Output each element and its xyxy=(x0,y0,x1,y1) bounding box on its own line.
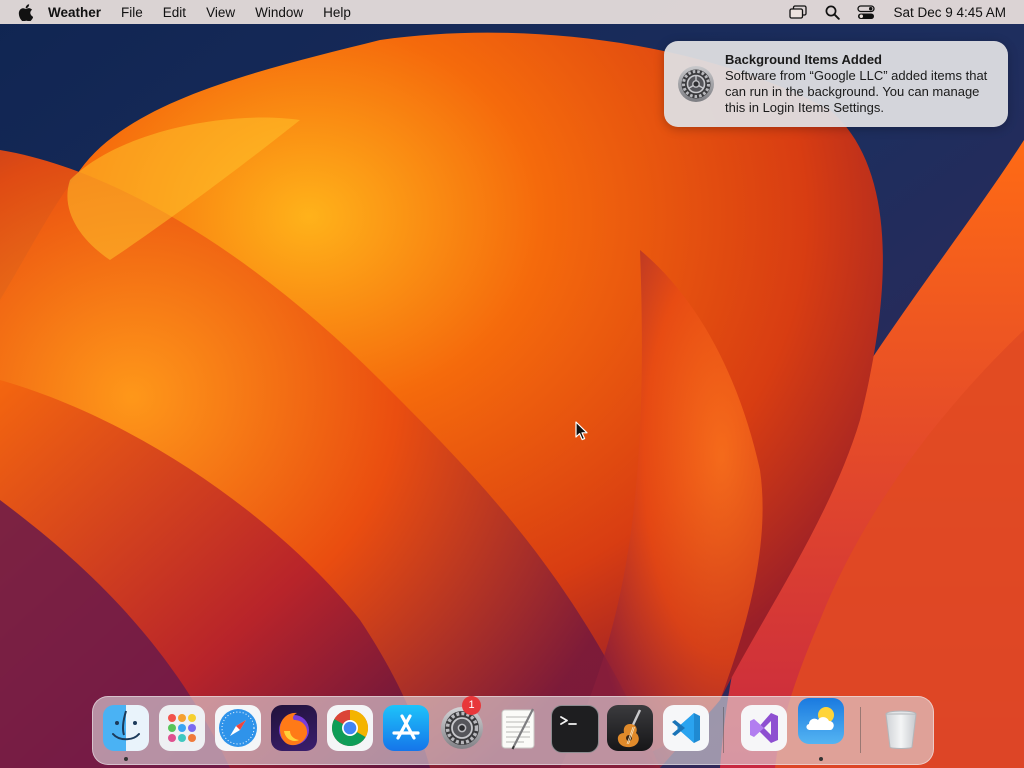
menu-edit[interactable]: Edit xyxy=(163,5,186,20)
screen-mirroring-icon[interactable] xyxy=(787,1,809,23)
app-store-icon[interactable] xyxy=(383,705,429,751)
menu-bar: Weather File Edit View Window Help Sat D… xyxy=(0,0,1024,24)
apple-menu-icon[interactable] xyxy=(16,3,34,21)
system-settings-icon xyxy=(676,64,716,104)
spotlight-search-icon[interactable] xyxy=(821,1,843,23)
dock-separator xyxy=(860,707,861,753)
dock-separator xyxy=(723,707,724,753)
firefox-icon[interactable] xyxy=(271,705,317,751)
visual-studio-icon[interactable] xyxy=(741,705,787,751)
menu-file[interactable]: File xyxy=(121,5,143,20)
notification-badge: 1 xyxy=(462,696,481,715)
weather-running-indicator xyxy=(819,757,823,761)
weather-icon[interactable] xyxy=(798,698,844,744)
garageband-icon[interactable] xyxy=(607,705,653,751)
finder-icon[interactable] xyxy=(103,705,149,751)
control-center-icon[interactable] xyxy=(855,1,877,23)
menu-help[interactable]: Help xyxy=(323,5,351,20)
menu-app-name[interactable]: Weather xyxy=(48,5,101,20)
menu-extras: Sat Dec 9 4:45 AM xyxy=(775,0,1006,24)
finder-running-indicator xyxy=(124,757,128,761)
notification-title: Background Items Added xyxy=(725,52,882,67)
menu-clock[interactable]: Sat Dec 9 4:45 AM xyxy=(893,5,1006,20)
menu-window[interactable]: Window xyxy=(255,5,303,20)
notification-banner[interactable]: Background Items Added Software from “Go… xyxy=(664,41,1008,127)
vscode-icon[interactable] xyxy=(663,705,709,751)
mouse-pointer-icon xyxy=(575,421,588,441)
chrome-icon[interactable] xyxy=(327,705,373,751)
safari-icon[interactable] xyxy=(215,705,261,751)
terminal-icon[interactable] xyxy=(551,705,599,753)
launchpad-icon[interactable] xyxy=(159,705,205,751)
notification-body: Software from “Google LLC” added items t… xyxy=(725,68,988,115)
menu-view[interactable]: View xyxy=(206,5,235,20)
textedit-icon[interactable] xyxy=(495,705,541,751)
dock: 1 xyxy=(92,696,934,765)
trash-icon[interactable] xyxy=(878,705,924,751)
